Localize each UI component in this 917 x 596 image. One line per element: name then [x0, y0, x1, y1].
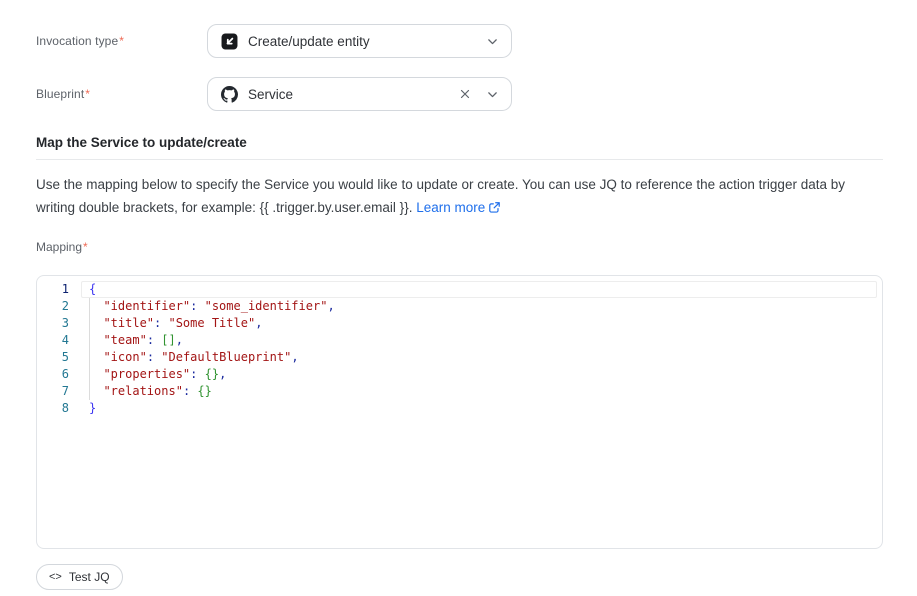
line-number: 1 — [37, 281, 69, 298]
chevron-down-icon[interactable] — [486, 35, 499, 48]
chevron-down-icon[interactable] — [486, 88, 499, 101]
line-number: 7 — [37, 383, 69, 400]
code-line[interactable]: "identifier": "some_identifier", — [89, 298, 882, 315]
code-line[interactable]: } — [89, 400, 882, 417]
test-jq-button[interactable]: <> Test JQ — [36, 564, 123, 590]
action-form-page: Invocation type* Create/update entity Bl… — [0, 0, 917, 596]
mapping-label-text: Mapping — [36, 240, 82, 254]
code-line[interactable]: "properties": {}, — [89, 366, 882, 383]
line-number: 5 — [37, 349, 69, 366]
invocation-type-select[interactable]: Create/update entity — [207, 24, 512, 58]
line-number: 3 — [37, 315, 69, 332]
editor-line-numbers: 12345678 — [37, 276, 69, 548]
code-lines[interactable]: { "identifier": "some_identifier", "titl… — [69, 276, 882, 548]
mapping-label: Mapping* — [36, 240, 883, 254]
test-jq-label: Test JQ — [69, 570, 110, 584]
blueprint-value: Service — [248, 87, 458, 102]
clear-x-icon[interactable] — [458, 87, 472, 101]
create-update-entity-icon — [221, 33, 238, 50]
invocation-type-label: Invocation type* — [36, 34, 207, 48]
code-icon: <> — [49, 571, 62, 583]
learn-more-text: Learn more — [416, 200, 485, 215]
section-heading: Map the Service to update/create — [36, 135, 883, 150]
section-description: Use the mapping below to specify the Ser… — [36, 173, 882, 221]
blueprint-row: Blueprint* Service — [36, 77, 883, 111]
required-asterisk: * — [85, 87, 90, 101]
indent-guide — [89, 298, 90, 400]
blueprint-select[interactable]: Service — [207, 77, 512, 111]
line-number: 2 — [37, 298, 69, 315]
code-line[interactable]: "icon": "DefaultBlueprint", — [89, 349, 882, 366]
required-asterisk: * — [119, 34, 124, 48]
mapping-editor[interactable]: 12345678 { "identifier": "some_identifie… — [36, 275, 883, 549]
line-number: 6 — [37, 366, 69, 383]
code-line[interactable]: "title": "Some Title", — [89, 315, 882, 332]
line-number: 4 — [37, 332, 69, 349]
line-number: 8 — [37, 400, 69, 417]
external-link-icon — [488, 202, 501, 217]
blueprint-label: Blueprint* — [36, 87, 207, 101]
invocation-type-row: Invocation type* Create/update entity — [36, 24, 883, 58]
invocation-type-value: Create/update entity — [248, 34, 486, 49]
code-line[interactable]: "relations": {} — [89, 383, 882, 400]
learn-more-link[interactable]: Learn more — [416, 200, 501, 215]
blueprint-label-text: Blueprint — [36, 87, 84, 101]
divider — [36, 159, 883, 160]
invocation-type-label-text: Invocation type — [36, 34, 118, 48]
code-line[interactable]: "team": [], — [89, 332, 882, 349]
required-asterisk: * — [83, 240, 88, 254]
github-icon — [221, 86, 238, 103]
code-line[interactable]: { — [89, 281, 882, 298]
